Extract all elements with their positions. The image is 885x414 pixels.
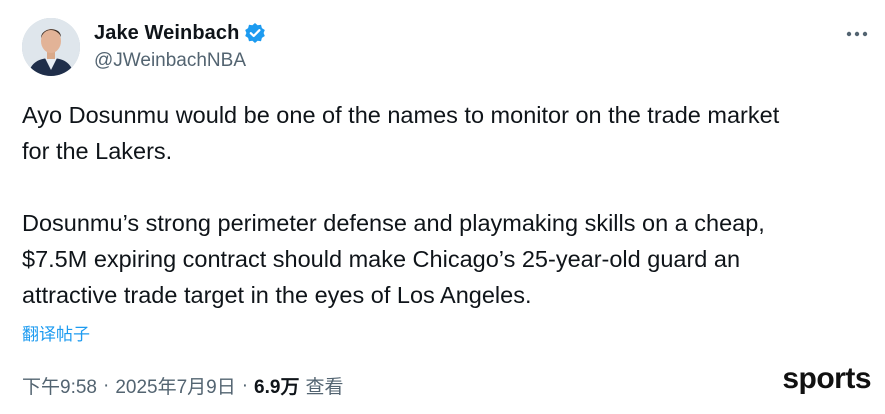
author-block: Jake Weinbach @JWeinbachNBA	[94, 20, 266, 72]
verified-badge-icon[interactable]	[244, 22, 266, 44]
avatar-image	[22, 18, 80, 76]
tweet-text: Ayo Dosunmu would be one of the names to…	[22, 97, 872, 313]
views-label: 查看	[305, 377, 344, 398]
meta-separator: ·	[241, 374, 249, 396]
meta-separator: ·	[102, 374, 110, 396]
views-count[interactable]: 6.9万	[254, 372, 299, 399]
translate-post-link[interactable]: 翻译帖子	[22, 320, 90, 345]
user-handle[interactable]: @JWeinbachNBA	[94, 50, 266, 72]
post-time[interactable]: 下午9:58	[22, 372, 97, 399]
post-date[interactable]: 2025年7月9日	[115, 372, 235, 399]
tweet-paragraph: Dosunmu’s strong perimeter defense and p…	[22, 210, 765, 308]
name-row: Jake Weinbach	[94, 20, 266, 46]
more-horizontal-icon[interactable]	[845, 24, 869, 44]
watermark-logo: sports	[782, 362, 871, 395]
tweet-meta: 下午9:58 · 2025年7月9日 · 6.9万 查看	[22, 372, 343, 399]
tweet-card: Jake Weinbach @JWeinbachNBA Ayo Dosunmu …	[0, 0, 885, 414]
tweet-paragraph: Ayo Dosunmu would be one of the names to…	[22, 102, 780, 164]
display-name[interactable]: Jake Weinbach	[94, 22, 239, 45]
avatar[interactable]	[22, 18, 80, 76]
